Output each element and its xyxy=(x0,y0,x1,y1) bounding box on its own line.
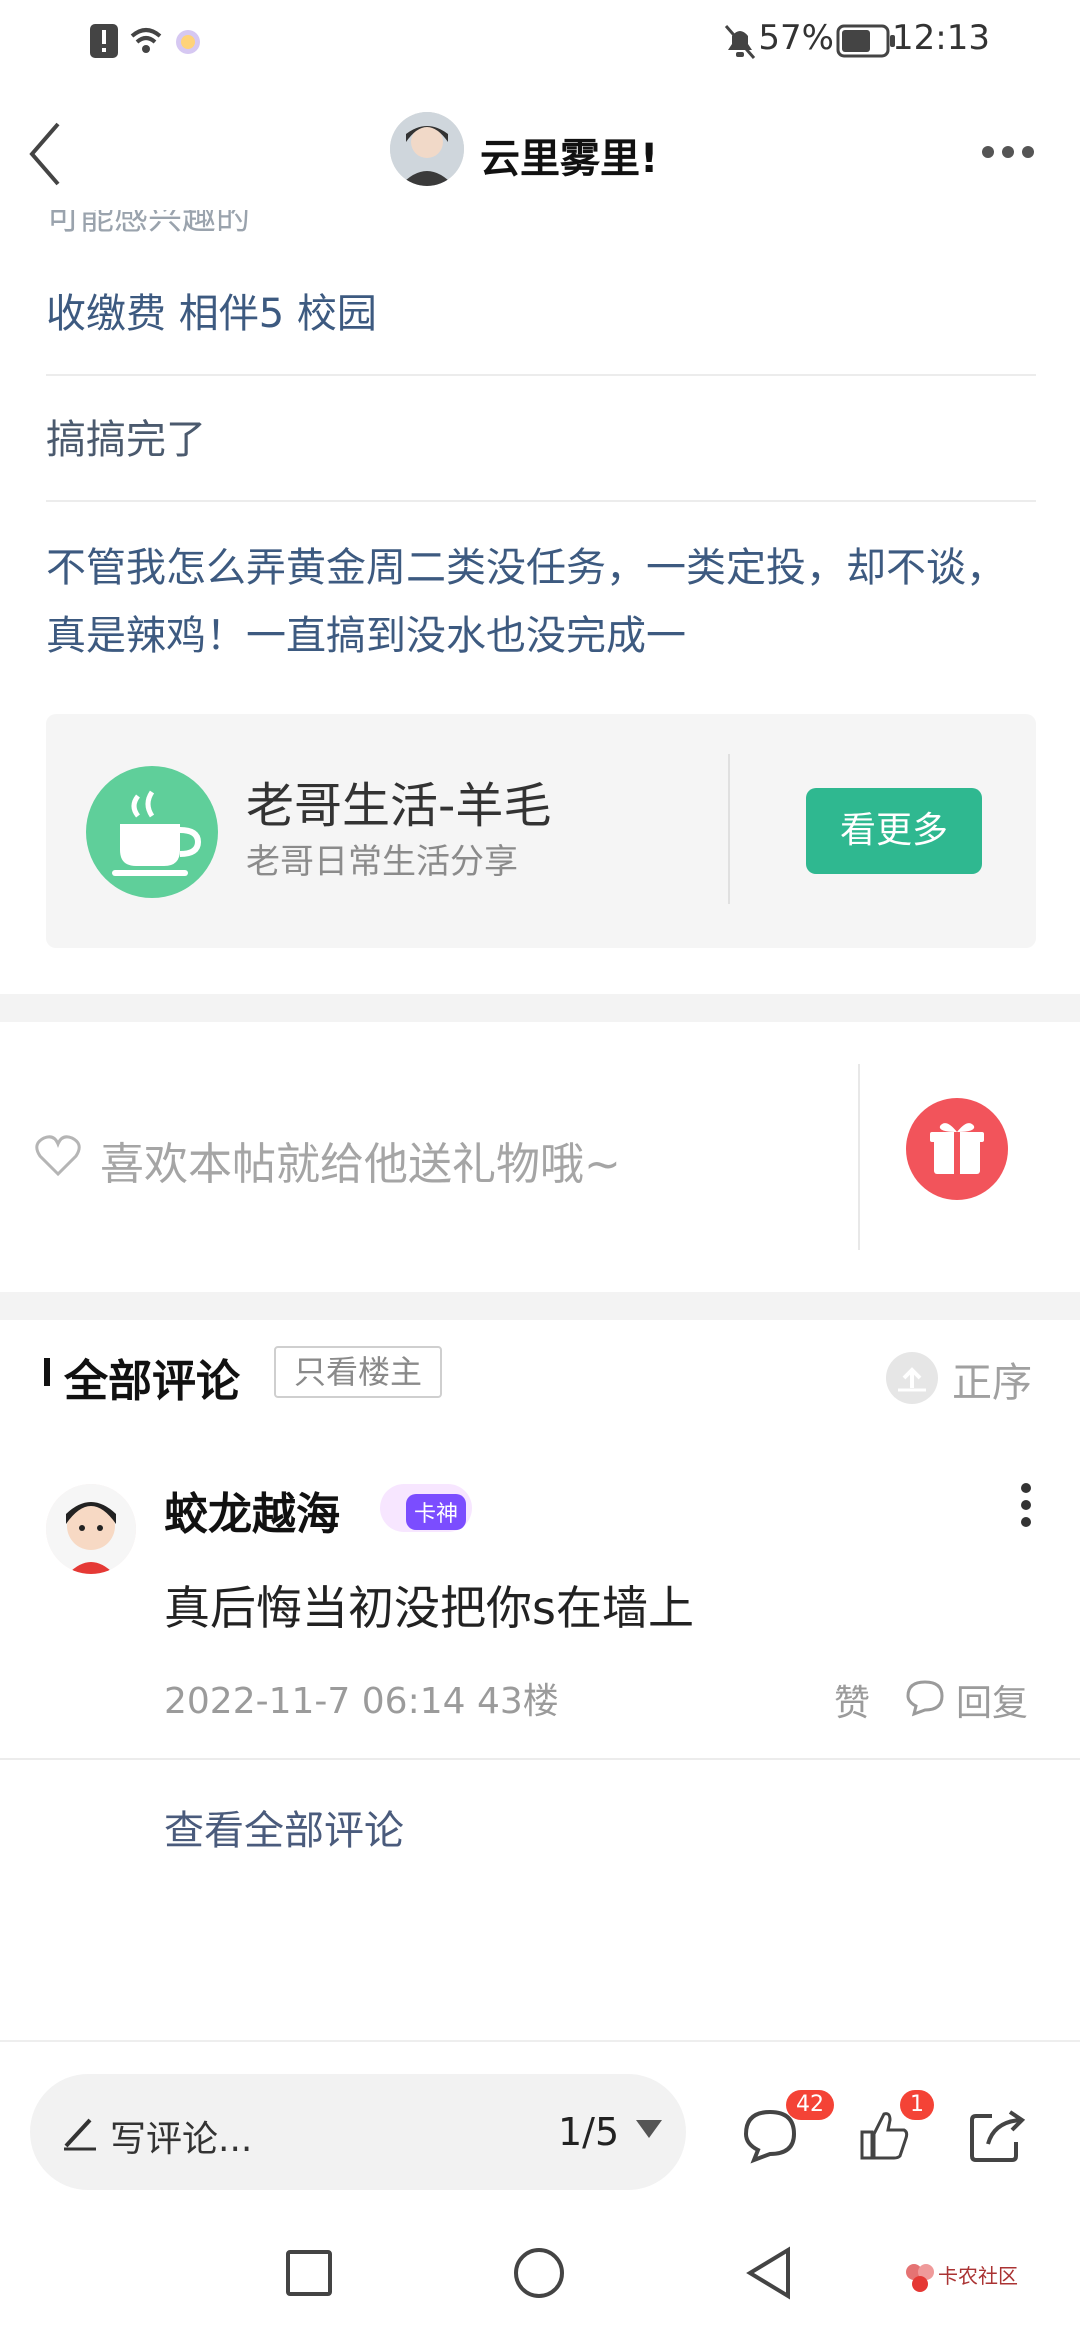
thumbs-up-icon[interactable] xyxy=(858,2108,910,2164)
mute-bell-icon xyxy=(724,25,756,59)
recent-apps-icon[interactable] xyxy=(284,2248,334,2298)
bottom-action-bar: 写评论... 1/5 42 1 xyxy=(0,2040,1080,2222)
community-card[interactable]: 老哥生活-羊毛 老哥日常生活分享 看更多 xyxy=(46,714,1036,948)
divider xyxy=(858,1064,860,1250)
section-marker xyxy=(44,1358,50,1386)
watermark-logo-icon xyxy=(906,2264,934,2292)
comment-meta: 2022-11-7 06:14 43楼 xyxy=(164,1681,559,1722)
reply-button[interactable]: 回复 xyxy=(956,1674,1028,1726)
badge-label: 卡神 xyxy=(406,1494,467,1530)
chevron-down-icon[interactable] xyxy=(636,2120,662,2140)
related-section-label: 可能感兴趣的 xyxy=(46,210,250,238)
back-icon[interactable] xyxy=(744,2246,794,2300)
sort-order-label[interactable]: 正序 xyxy=(952,1350,1032,1408)
gift-box-icon xyxy=(930,1123,984,1174)
section-separator xyxy=(0,1292,1080,1320)
divider xyxy=(46,374,1036,376)
related-item-3[interactable]: 不管我怎么弄黄金周二类没任务，一类定投，却不谈，真是辣鸡！一直搞到没水也没完成一 xyxy=(46,534,1036,670)
sort-order-icon[interactable] xyxy=(886,1352,938,1404)
like-button[interactable]: 赞 xyxy=(834,1674,870,1726)
write-comment-input[interactable]: 写评论... 1/5 xyxy=(30,2074,686,2190)
commenter-name[interactable]: 蛟龙越海 xyxy=(164,1478,340,1542)
write-comment-placeholder: 写评论... xyxy=(110,2119,253,2160)
page-indicator[interactable]: 1/5 xyxy=(558,2110,619,2154)
battery-icon xyxy=(836,24,895,58)
share-icon[interactable] xyxy=(968,2108,1028,2164)
page-title[interactable]: 云里雾里! xyxy=(480,126,658,184)
pencil-icon xyxy=(64,2118,96,2151)
view-all-comments-link[interactable]: 查看全部评论 xyxy=(164,1798,404,1856)
comments-title: 全部评论 xyxy=(64,1356,240,1407)
like-count-badge: 1 xyxy=(900,2090,934,2120)
user-badge: 卡神 xyxy=(380,1484,472,1532)
community-subtitle: 老哥日常生活分享 xyxy=(246,842,518,882)
section-separator xyxy=(0,994,1080,1022)
comment-body: 真后悔当初没把你s在墙上 xyxy=(164,1581,694,1635)
divider xyxy=(46,500,1036,502)
related-item-1[interactable]: 收缴费 相伴5 校园 xyxy=(46,280,1036,348)
home-icon[interactable] xyxy=(512,2246,566,2300)
community-name: 老哥生活-羊毛 xyxy=(246,778,552,834)
divider xyxy=(728,754,730,904)
only-op-filter[interactable]: 只看楼主 xyxy=(274,1346,443,1398)
reply-bubble-icon[interactable] xyxy=(902,1678,948,1718)
top-header: 云里雾里! xyxy=(0,80,1080,230)
heart-outline-icon[interactable] xyxy=(34,1134,82,1178)
see-more-button[interactable]: 看更多 xyxy=(806,788,982,874)
author-avatar[interactable] xyxy=(390,112,464,186)
gift-prompt[interactable]: 喜欢本帖就给他送礼物哦~ xyxy=(100,1128,621,1192)
divider xyxy=(0,1758,1080,1760)
send-gift-button[interactable] xyxy=(906,1098,1008,1200)
system-nav-bar: 卡农社区 xyxy=(0,2220,1080,2340)
watermark-text: 卡农社区 xyxy=(938,2264,1018,2288)
more-options-icon[interactable] xyxy=(980,142,1036,162)
back-arrow-icon[interactable] xyxy=(26,120,66,190)
coffee-cup-icon xyxy=(86,766,218,898)
battery-percent: 57% xyxy=(758,18,834,58)
commenter-avatar[interactable] xyxy=(46,1484,136,1574)
comment-count-badge: 42 xyxy=(786,2090,834,2120)
related-item-2[interactable]: 搞搞完了 xyxy=(46,406,1036,474)
status-bar: 57% 12:13 xyxy=(0,0,1080,80)
status-left-icons xyxy=(90,24,200,58)
comment-more-icon[interactable] xyxy=(1016,1480,1036,1530)
clock: 12:13 xyxy=(892,18,990,58)
